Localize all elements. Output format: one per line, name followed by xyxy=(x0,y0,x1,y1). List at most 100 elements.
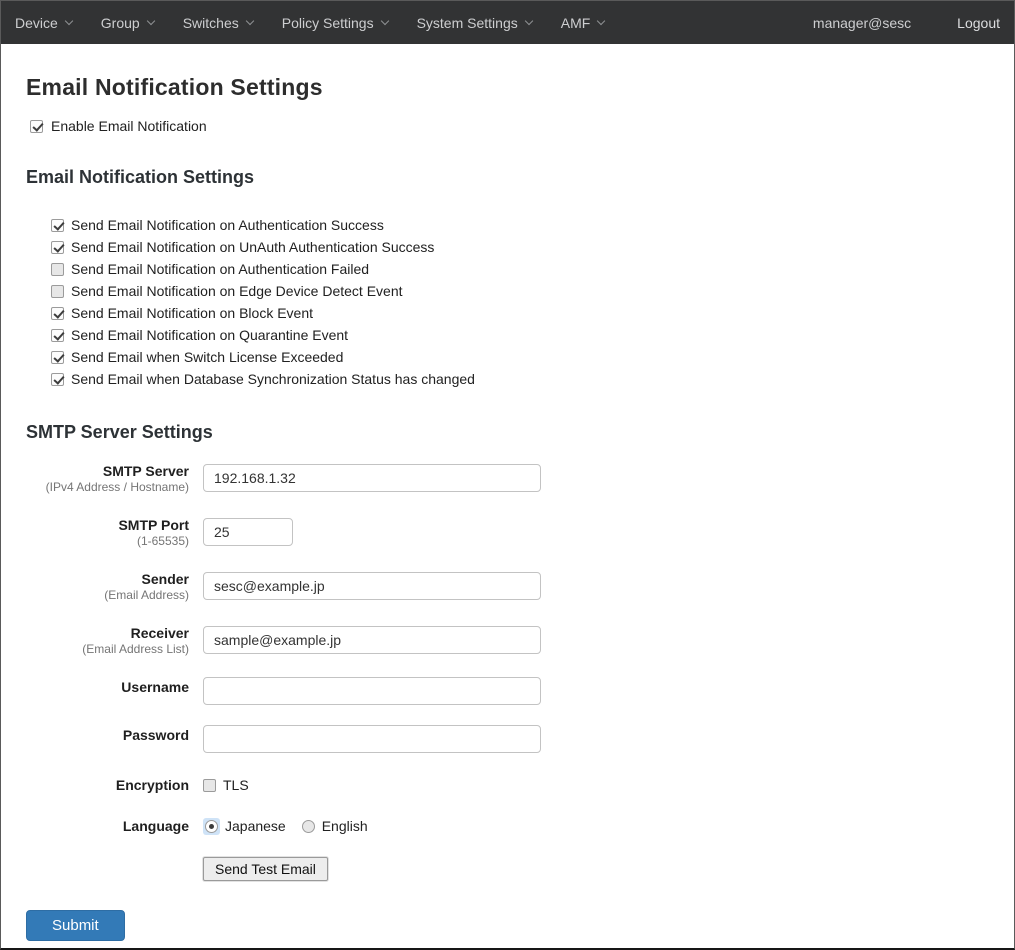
nav-item-amf[interactable]: AMF xyxy=(561,15,605,31)
field-label-text: Receiver xyxy=(26,625,189,642)
form-row-username: Username xyxy=(26,677,989,705)
radio-wrap xyxy=(300,818,317,835)
checkbox[interactable] xyxy=(51,351,64,364)
checkbox-label: Send Email Notification on Block Event xyxy=(71,305,313,321)
page-title: Email Notification Settings xyxy=(26,74,989,101)
main-content: Email Notification Settings Enable Email… xyxy=(1,44,1014,941)
english-radio[interactable] xyxy=(302,820,315,833)
sender-input[interactable] xyxy=(203,572,541,600)
radio-label: Japanese xyxy=(225,818,286,834)
enable-email-notification-option[interactable]: Enable Email Notification xyxy=(30,118,989,134)
checkbox-label: Send Email Notification on UnAuth Authen… xyxy=(71,239,434,255)
checkbox[interactable] xyxy=(51,307,64,320)
checkbox-label: Send Email Notification on Authenticatio… xyxy=(71,261,369,277)
field-sublabel-text: (IPv4 Address / Hostname) xyxy=(26,480,189,495)
nav-item-label: System Settings xyxy=(417,15,518,31)
smtp-port-input[interactable] xyxy=(203,518,293,546)
form-row-smtp-server: SMTP Server (IPv4 Address / Hostname) xyxy=(26,461,989,495)
page-footer: Allied Telesis AMF Security About Softwa… xyxy=(1,941,1014,950)
checkbox[interactable] xyxy=(51,219,64,232)
language-radio-group: Japanese English xyxy=(203,818,368,835)
smtp-settings-form: SMTP Server (IPv4 Address / Hostname) SM… xyxy=(26,461,989,881)
field-sublabel-text: (Email Address) xyxy=(26,588,189,603)
tls-option[interactable]: TLS xyxy=(203,777,249,793)
option-unauth-auth-success[interactable]: Send Email Notification on UnAuth Authen… xyxy=(51,236,989,258)
chevron-down-icon xyxy=(146,17,154,25)
option-quarantine-event[interactable]: Send Email Notification on Quarantine Ev… xyxy=(51,324,989,346)
option-block-event[interactable]: Send Email Notification on Block Event xyxy=(51,302,989,324)
notification-options-list: Send Email Notification on Authenticatio… xyxy=(51,214,989,390)
form-row-password: Password xyxy=(26,725,989,753)
field-label-text: SMTP Server xyxy=(26,463,189,480)
form-row-test-email: Send Test Email xyxy=(26,857,989,881)
checkbox-label: Send Email when Switch License Exceeded xyxy=(71,349,343,365)
enable-email-notification-checkbox[interactable] xyxy=(30,120,43,133)
field-label: Receiver (Email Address List) xyxy=(26,623,189,657)
password-input[interactable] xyxy=(203,725,541,753)
nav-item-label: Policy Settings xyxy=(282,15,374,31)
field-label-text: Sender xyxy=(26,571,189,588)
nav-item-label: Group xyxy=(101,15,140,31)
field-label: SMTP Port (1-65535) xyxy=(26,515,189,549)
smtp-server-input[interactable] xyxy=(203,464,541,492)
japanese-radio[interactable] xyxy=(205,820,218,833)
checkbox-label: Send Email when Database Synchronization… xyxy=(71,371,475,387)
logout-link[interactable]: Logout xyxy=(957,15,1000,31)
option-auth-success[interactable]: Send Email Notification on Authenticatio… xyxy=(51,214,989,236)
nav-menu: Device Group Switches Policy Settings Sy… xyxy=(15,15,604,31)
checkbox[interactable] xyxy=(51,285,64,298)
checkbox[interactable] xyxy=(51,241,64,254)
option-switch-license-exceeded[interactable]: Send Email when Switch License Exceeded xyxy=(51,346,989,368)
chevron-down-icon xyxy=(597,17,605,25)
nav-item-system-settings[interactable]: System Settings xyxy=(417,15,532,31)
form-row-encryption: Encryption TLS xyxy=(26,775,989,794)
field-sublabel-text: (1-65535) xyxy=(26,534,189,549)
option-db-sync-status-changed[interactable]: Send Email when Database Synchronization… xyxy=(51,368,989,390)
send-test-email-button[interactable]: Send Test Email xyxy=(203,857,328,881)
nav-account-area: manager@sesc Logout xyxy=(813,15,1000,31)
logged-in-user: manager@sesc xyxy=(813,15,911,31)
checkbox-label: Enable Email Notification xyxy=(51,118,207,134)
receiver-input[interactable] xyxy=(203,626,541,654)
nav-item-device[interactable]: Device xyxy=(15,15,72,31)
checkbox-label: TLS xyxy=(223,777,249,793)
language-option-japanese[interactable]: Japanese xyxy=(203,818,286,835)
checkbox[interactable] xyxy=(51,373,64,386)
field-label: Username xyxy=(26,677,189,705)
field-label: Language xyxy=(26,816,189,835)
nav-item-group[interactable]: Group xyxy=(101,15,154,31)
top-navbar: Device Group Switches Policy Settings Sy… xyxy=(1,1,1014,44)
checkbox-label: Send Email Notification on Quarantine Ev… xyxy=(71,327,348,343)
notification-section-heading: Email Notification Settings xyxy=(26,167,989,188)
radio-focus-halo xyxy=(203,818,220,835)
option-edge-device-detect[interactable]: Send Email Notification on Edge Device D… xyxy=(51,280,989,302)
form-row-smtp-port: SMTP Port (1-65535) xyxy=(26,515,989,549)
field-label: Sender (Email Address) xyxy=(26,569,189,603)
checkbox-label: Send Email Notification on Authenticatio… xyxy=(71,217,384,233)
checkbox[interactable] xyxy=(51,329,64,342)
chevron-down-icon xyxy=(524,17,532,25)
username-input[interactable] xyxy=(203,677,541,705)
smtp-section-heading: SMTP Server Settings xyxy=(26,422,989,443)
field-label-text: Encryption xyxy=(26,777,189,794)
option-auth-failed[interactable]: Send Email Notification on Authenticatio… xyxy=(51,258,989,280)
nav-item-switches[interactable]: Switches xyxy=(183,15,253,31)
field-label: Password xyxy=(26,725,189,753)
field-label-text: SMTP Port xyxy=(26,517,189,534)
field-label: SMTP Server (IPv4 Address / Hostname) xyxy=(26,461,189,495)
nav-item-policy-settings[interactable]: Policy Settings xyxy=(282,15,388,31)
field-sublabel-text: (Email Address List) xyxy=(26,642,189,657)
radio-label: English xyxy=(322,818,368,834)
form-row-sender: Sender (Email Address) xyxy=(26,569,989,603)
language-option-english[interactable]: English xyxy=(300,818,368,835)
chevron-down-icon xyxy=(380,17,388,25)
checkbox-label: Send Email Notification on Edge Device D… xyxy=(71,283,403,299)
chevron-down-icon xyxy=(65,17,73,25)
field-label-text: Password xyxy=(26,727,189,744)
nav-item-label: Switches xyxy=(183,15,239,31)
tls-checkbox[interactable] xyxy=(203,779,216,792)
submit-button[interactable]: Submit xyxy=(26,910,125,941)
app-window: Device Group Switches Policy Settings Sy… xyxy=(0,0,1015,950)
field-label-text: Username xyxy=(26,679,189,696)
checkbox[interactable] xyxy=(51,263,64,276)
